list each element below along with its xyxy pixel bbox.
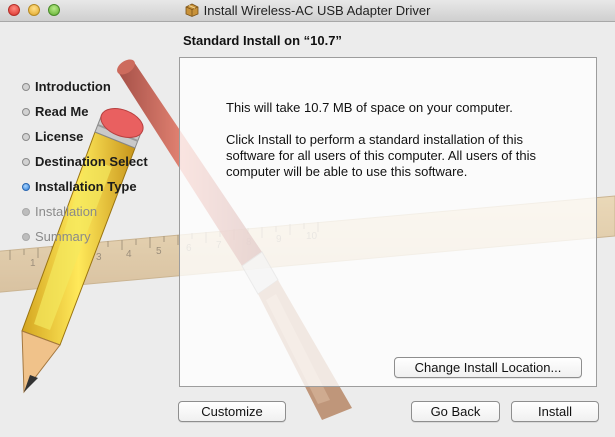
step-label: Summary	[35, 229, 91, 244]
step-bullet-icon	[22, 108, 30, 116]
install-button[interactable]: Install	[511, 401, 599, 422]
step-introduction: Introduction	[22, 79, 111, 99]
step-bullet-icon	[22, 158, 30, 166]
step-license: License	[22, 129, 83, 149]
customize-button[interactable]: Customize	[178, 401, 286, 422]
ruler-tick-4: 4	[126, 249, 132, 260]
step-installation: Installation	[22, 204, 97, 224]
step-label: Introduction	[35, 79, 111, 94]
step-label: Destination Select	[35, 154, 148, 169]
install-message: This will take 10.7 MB of space on your …	[226, 100, 566, 196]
step-bullet-icon	[22, 233, 30, 241]
step-bullet-icon	[22, 83, 30, 91]
change-install-location-button[interactable]: Change Install Location...	[394, 357, 582, 378]
space-required-text: This will take 10.7 MB of space on your …	[226, 100, 513, 115]
step-bullet-icon	[22, 183, 30, 191]
step-label: Installation	[35, 204, 98, 219]
step-bullet-icon	[22, 133, 30, 141]
go-back-button[interactable]: Go Back	[411, 401, 500, 422]
window-title-container: Install Wireless-AC USB Adapter Driver	[0, 3, 615, 18]
step-installation-type: Installation Type	[22, 179, 137, 199]
step-destination-select: Destination Select	[22, 154, 148, 174]
ruler-tick-1: 1	[30, 258, 36, 269]
ruler-tick-2: 2	[60, 255, 66, 266]
package-icon	[185, 3, 198, 17]
content-panel: This will take 10.7 MB of space on your …	[179, 57, 597, 387]
step-read-me: Read Me	[22, 104, 88, 124]
step-label: License	[35, 129, 84, 144]
page-title: Standard Install on “10.7”	[183, 33, 342, 48]
step-label: Read Me	[35, 104, 89, 119]
title-bar: Install Wireless-AC USB Adapter Driver	[0, 0, 615, 22]
install-description-text: Click Install to perform a standard inst…	[226, 132, 536, 179]
step-bullet-icon	[22, 208, 30, 216]
step-label: Installation Type	[35, 179, 137, 194]
ruler-tick-5: 5	[156, 246, 162, 257]
window-title: Install Wireless-AC USB Adapter Driver	[203, 3, 431, 18]
ruler-tick-3: 3	[96, 252, 102, 263]
step-summary: Summary	[22, 229, 91, 249]
